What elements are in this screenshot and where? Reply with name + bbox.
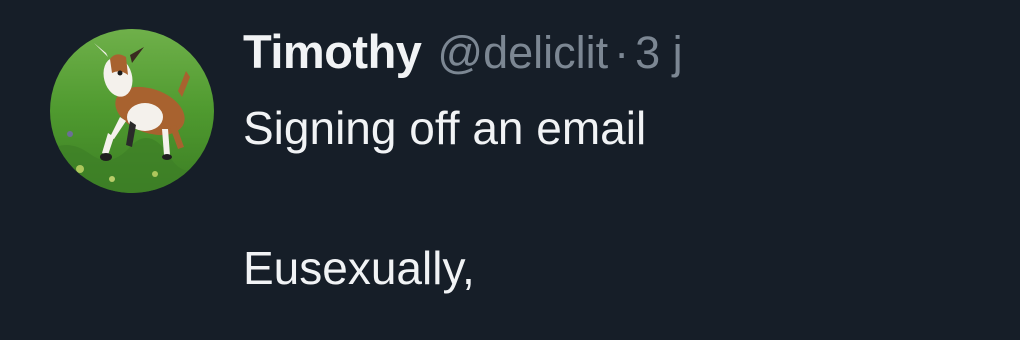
timestamp[interactable]: 3 j [635,27,683,79]
tweet[interactable]: Timothy @deliclit · 3 j Signing off an e… [0,0,1020,340]
author-handle[interactable]: @deliclit [437,27,608,79]
goat-avatar-icon[interactable] [50,29,214,193]
tweet-text-line: Eusexually, [243,242,475,294]
tweet-text-line: Signing off an email [243,102,647,154]
line-break-spacer [243,156,646,240]
tweet-text: Signing off an email Eusexually, [243,100,646,296]
author-display-name[interactable]: Timothy [243,24,422,79]
tweet-header: Timothy @deliclit · 3 j [243,24,683,80]
separator-dot: · [614,27,630,78]
avatar-image [50,29,214,193]
